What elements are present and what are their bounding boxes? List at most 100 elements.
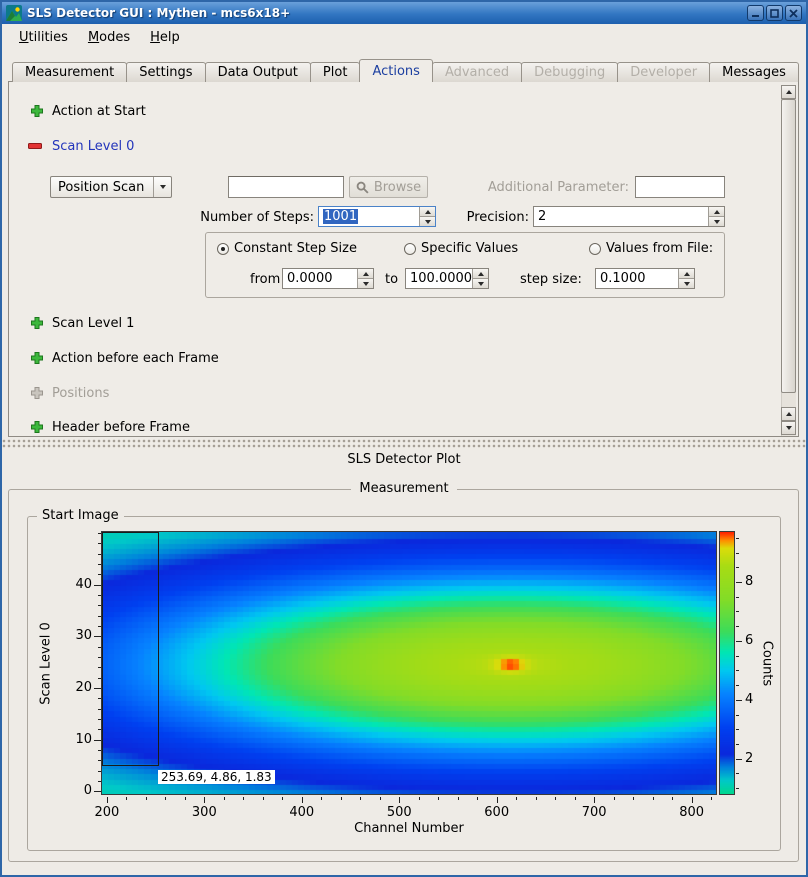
x-axis-minor-tick: [536, 797, 537, 800]
x-axis-tick: [302, 797, 303, 803]
x-axis-tick-label: 800: [672, 805, 712, 820]
colorbar-minor-tick: [736, 553, 739, 554]
tab-measurement[interactable]: Measurement: [12, 62, 127, 82]
spin-up-button[interactable]: [679, 269, 694, 278]
x-axis-tick-label: 600: [477, 805, 517, 820]
number-of-steps-spinbox[interactable]: 1001: [318, 206, 436, 227]
from-spinbox[interactable]: 0.0000: [282, 268, 374, 289]
x-axis-tick-label: 700: [574, 805, 614, 820]
additional-parameter-input[interactable]: [635, 176, 725, 198]
expand-plus-icon[interactable]: [30, 351, 44, 365]
spin-up-button[interactable]: [473, 269, 488, 278]
y-axis-minor-tick: [98, 626, 101, 627]
colorbar-minor-tick: [736, 773, 739, 774]
y-axis-minor-tick: [98, 750, 101, 751]
values-from-file-label[interactable]: Values from File:: [606, 241, 713, 256]
expand-plus-icon[interactable]: [30, 104, 44, 118]
actions-pane: Action at Start Scan Level 0 Position Sc…: [9, 82, 779, 436]
header-before-frame-label[interactable]: Header before Frame: [52, 420, 190, 435]
x-axis-minor-tick: [711, 797, 712, 800]
to-spinbox[interactable]: 100.0000: [405, 268, 489, 289]
scrollbar-up-button-2[interactable]: [781, 407, 796, 421]
heatmap-canvas[interactable]: [102, 532, 716, 794]
menu-utilities[interactable]: Utilities: [10, 27, 77, 48]
y-axis-minor-tick: [98, 698, 101, 699]
constant-step-size-label[interactable]: Constant Step Size: [234, 241, 357, 256]
y-axis-minor-tick: [98, 781, 101, 782]
spin-down-button[interactable]: [358, 278, 373, 288]
x-axis-label: Channel Number: [282, 821, 536, 836]
y-axis-minor-tick: [98, 595, 101, 596]
x-axis-minor-tick: [185, 797, 186, 800]
x-axis-tick: [204, 797, 205, 803]
minimize-button[interactable]: [747, 5, 764, 21]
combo-dropdown-arrow-icon[interactable]: [153, 177, 171, 197]
menubar: Utilities Modes Help: [2, 24, 806, 50]
heatmap-frame: [101, 531, 717, 795]
x-axis-tick: [399, 797, 400, 803]
y-axis-minor-tick: [98, 709, 101, 710]
tab-settings[interactable]: Settings: [126, 62, 205, 82]
y-axis-minor-tick: [98, 771, 101, 772]
specific-values-label[interactable]: Specific Values: [421, 241, 518, 256]
scan-level-0-label[interactable]: Scan Level 0: [52, 139, 134, 154]
tab-plot[interactable]: Plot: [310, 62, 361, 82]
x-axis-minor-tick: [263, 797, 264, 800]
colorbar-minor-tick: [736, 685, 739, 686]
y-axis-minor-tick: [98, 719, 101, 720]
zoom-selection-rect: [102, 532, 159, 766]
spin-up-button[interactable]: [420, 207, 435, 216]
app-icon: [6, 5, 22, 21]
spin-up-button[interactable]: [709, 207, 724, 216]
scrollbar-up-button[interactable]: [781, 85, 796, 99]
expand-plus-icon[interactable]: [30, 420, 44, 434]
start-image-groupbox: Start Image Scan Level 0 Channel Number …: [27, 516, 781, 851]
spin-down-button[interactable]: [473, 278, 488, 288]
specific-values-radio[interactable]: [404, 243, 416, 255]
x-axis-minor-tick: [672, 797, 673, 800]
tab-advanced: Advanced: [432, 62, 522, 82]
close-button[interactable]: [785, 5, 802, 21]
colorbar-minor-tick: [736, 656, 739, 657]
values-from-file-radio[interactable]: [589, 243, 601, 255]
tab-messages[interactable]: Messages: [709, 62, 799, 82]
collapse-minus-icon[interactable]: [28, 142, 42, 150]
x-axis-minor-tick: [458, 797, 459, 800]
x-axis-minor-tick: [146, 797, 147, 800]
maximize-button[interactable]: [766, 5, 783, 21]
scrollbar-down-button[interactable]: [781, 421, 796, 435]
scan-mode-select[interactable]: Position Scan: [50, 176, 172, 198]
spin-down-button[interactable]: [679, 278, 694, 288]
y-axis-tick: [94, 791, 101, 792]
spin-up-button[interactable]: [358, 269, 373, 278]
tab-data-output[interactable]: Data Output: [205, 62, 311, 82]
action-before-each-frame-label[interactable]: Action before each Frame: [52, 351, 219, 366]
precision-spinbox[interactable]: 2: [533, 206, 725, 227]
expand-plus-icon[interactable]: [30, 316, 44, 330]
step-mode-groupbox: Constant Step Size Specific Values Value…: [205, 232, 725, 298]
scrollbar-thumb[interactable]: [781, 99, 796, 393]
menu-modes[interactable]: Modes: [79, 27, 139, 48]
menu-help[interactable]: Help: [141, 27, 189, 48]
y-axis-tick: [94, 740, 101, 741]
x-axis-tick: [594, 797, 595, 803]
titlebar[interactable]: SLS Detector GUI : Mythen - mcs6x18+: [2, 2, 806, 24]
y-axis-minor-tick: [98, 616, 101, 617]
splitter-handle[interactable]: [2, 439, 806, 449]
x-axis-minor-tick: [516, 797, 517, 800]
colorbar-tick: [736, 759, 742, 760]
y-axis-tick-label: 0: [48, 783, 92, 798]
y-axis-minor-tick: [98, 667, 101, 668]
spin-down-button[interactable]: [420, 216, 435, 226]
action-at-start-label[interactable]: Action at Start: [52, 104, 146, 119]
y-axis-minor-tick: [98, 760, 101, 761]
tab-actions[interactable]: Actions: [359, 59, 433, 82]
precision-label: Precision:: [439, 210, 529, 225]
scan-script-input[interactable]: [228, 176, 344, 198]
constant-step-size-radio[interactable]: [217, 243, 229, 255]
scan-level-1-label[interactable]: Scan Level 1: [52, 316, 134, 331]
x-axis-tick: [107, 797, 108, 803]
spin-down-button[interactable]: [709, 216, 724, 226]
step-size-spinbox[interactable]: 0.1000: [595, 268, 695, 289]
colorbar-tick-label: 6: [745, 633, 753, 648]
